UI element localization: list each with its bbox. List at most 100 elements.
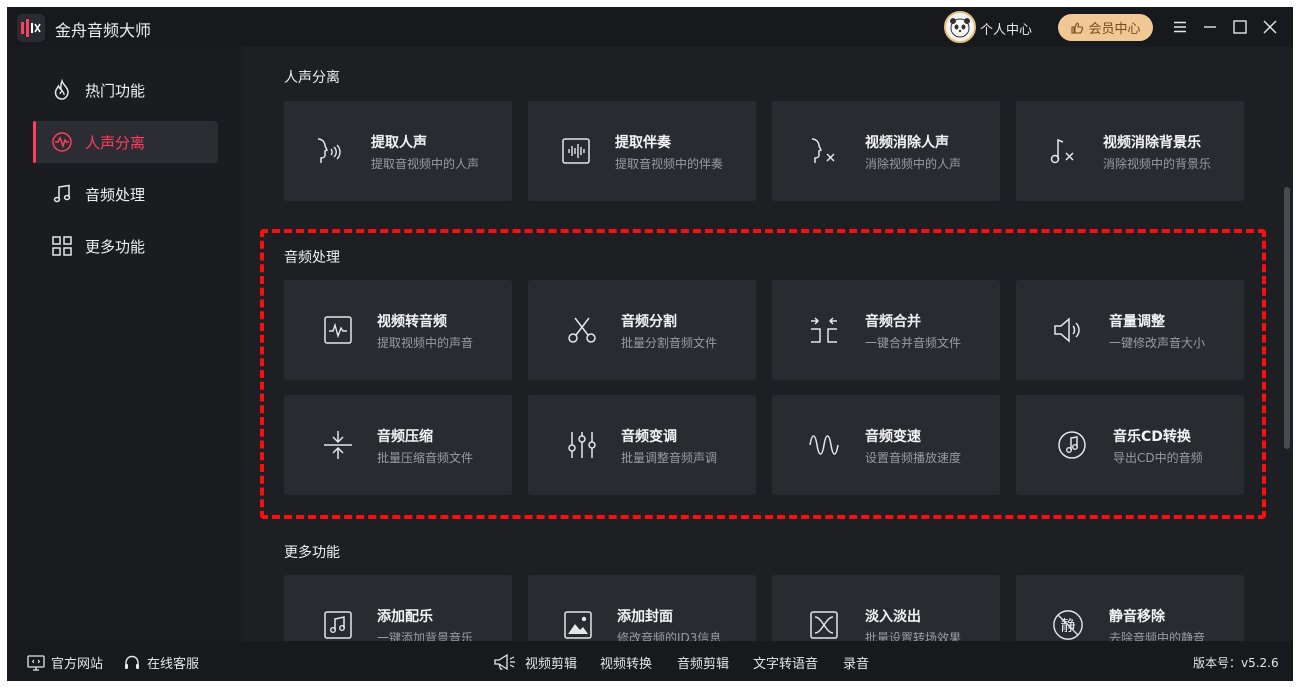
card-desc: 修改音频的ID3信息 xyxy=(617,631,722,641)
card-title: 提取伴奏 xyxy=(615,135,671,151)
sidebar-item-label: 音频处理 xyxy=(85,185,146,204)
add-music-icon xyxy=(322,609,354,641)
hamburger-icon xyxy=(1174,21,1186,33)
user-avatar[interactable] xyxy=(944,11,976,43)
card-title: 音量调整 xyxy=(1109,314,1165,330)
section-title-more: 更多功能 xyxy=(284,545,340,561)
sidebar-item-more[interactable]: 更多功能 xyxy=(33,225,218,267)
card-title: 视频消除人声 xyxy=(865,135,949,151)
online-service-label: 在线客服 xyxy=(147,657,200,672)
card-desc: 一键合并音频文件 xyxy=(865,336,962,350)
section-title-vocal: 人声分离 xyxy=(284,70,340,86)
minimize-button[interactable] xyxy=(1200,17,1220,37)
card-desc: 批量压缩音频文件 xyxy=(377,451,474,465)
scrollbar-thumb[interactable] xyxy=(1284,187,1290,449)
music-mute-icon xyxy=(1048,135,1080,167)
card-extract-vocal[interactable]: 提取人声 提取音视频中的人声 xyxy=(284,101,512,201)
card-fade[interactable]: 淡入淡出 批量设置转场效果 xyxy=(772,575,1000,641)
card-desc: 提取视频中的声音 xyxy=(377,336,474,350)
card-audio-merge[interactable]: 音频合并 一键合并音频文件 xyxy=(772,280,1000,380)
cover-image-icon xyxy=(562,609,594,641)
card-audio-speed[interactable]: 音频变速 设置音频播放速度 xyxy=(772,395,1000,495)
online-service-link[interactable]: 在线客服 xyxy=(123,653,199,672)
music-note-icon xyxy=(51,183,73,205)
card-desc: 一键修改声音大小 xyxy=(1109,336,1206,350)
card-desc: 去除音频中的静音 xyxy=(1109,631,1206,641)
card-title: 视频转音频 xyxy=(377,314,447,330)
card-video-remove-bgm[interactable]: 视频消除背景乐 消除视频中的背景乐 xyxy=(1016,101,1244,201)
menu-button[interactable] xyxy=(1170,17,1190,37)
card-desc: 一键添加背景音乐 xyxy=(377,631,474,641)
card-title: 静音移除 xyxy=(1109,609,1165,625)
footer-link-text-to-speech[interactable]: 文字转语音 xyxy=(753,653,818,672)
card-extract-accompaniment[interactable]: 提取伴奏 提取音视频中的伴奏 xyxy=(528,101,756,201)
sidebar-item-vocal-separation[interactable]: 人声分离 xyxy=(33,121,218,163)
maximize-icon xyxy=(1233,20,1247,34)
fire-icon xyxy=(51,79,73,101)
card-video-remove-vocal[interactable]: 视频消除人声 消除视频中的人声 xyxy=(772,101,1000,201)
card-desc: 提取音视频中的人声 xyxy=(371,157,480,171)
card-silence-remove[interactable]: 静 静音移除 去除音频中的静音 xyxy=(1016,575,1244,641)
cd-music-icon xyxy=(1056,429,1088,461)
megaphone-icon xyxy=(493,653,517,671)
app-window: 金舟音频大师 个人中心 会员中心 热门功能 人声分离 音频处理 更多功能 人声分… xyxy=(7,7,1293,681)
footer-link-record[interactable]: 录音 xyxy=(843,653,869,672)
sidebar-item-label: 人声分离 xyxy=(85,133,146,152)
sidebar-item-label: 更多功能 xyxy=(85,237,146,256)
card-desc: 设置音频播放速度 xyxy=(865,451,962,465)
waveform-box-icon xyxy=(560,135,592,167)
card-title: 音频变速 xyxy=(865,429,921,445)
sidebar: 热门功能 人声分离 音频处理 更多功能 xyxy=(7,47,243,641)
footer-link-video-convert[interactable]: 视频转换 xyxy=(600,653,652,672)
card-title: 音频分割 xyxy=(621,314,677,330)
user-center-link[interactable]: 个人中心 xyxy=(980,19,1032,38)
close-icon xyxy=(1263,20,1277,34)
face-mute-icon xyxy=(808,135,840,167)
card-audio-split[interactable]: 音频分割 批量分割音频文件 xyxy=(528,280,756,380)
card-video-to-audio[interactable]: 视频转音频 提取视频中的声音 xyxy=(284,280,512,380)
card-title: 淡入淡出 xyxy=(865,609,921,625)
card-title: 提取人声 xyxy=(371,135,427,151)
volume-icon xyxy=(1052,314,1084,346)
card-cd-convert[interactable]: 音乐CD转换 导出CD中的音频 xyxy=(1016,395,1244,495)
card-title: 音频压缩 xyxy=(377,429,433,445)
wave-speed-icon xyxy=(808,429,840,461)
silence-glyph: 静 xyxy=(1060,617,1075,635)
official-site-link[interactable]: 官方网站 xyxy=(27,653,103,672)
version-label: 版本号：v5.2.6 xyxy=(1193,656,1279,670)
monitor-icon xyxy=(27,654,45,671)
card-desc: 导出CD中的音频 xyxy=(1113,451,1203,465)
sidebar-item-hot[interactable]: 热门功能 xyxy=(33,69,218,111)
card-title: 音频变调 xyxy=(621,429,677,445)
thumbs-up-icon xyxy=(1071,21,1084,34)
footer-link-audio-edit[interactable]: 音频剪辑 xyxy=(677,653,729,672)
footer-bar: 官方网站 在线客服 视频剪辑 视频转换 音频剪辑 文字转语音 录音 版本号：v5… xyxy=(7,641,1293,681)
maximize-button[interactable] xyxy=(1230,17,1250,37)
headset-icon xyxy=(125,655,139,669)
official-site-label: 官方网站 xyxy=(51,657,104,672)
sliders-icon xyxy=(566,429,598,461)
card-volume-adjust[interactable]: 音量调整 一键修改声音大小 xyxy=(1016,280,1244,380)
card-desc: 批量设置转场效果 xyxy=(865,631,962,641)
scissors-icon xyxy=(566,314,598,346)
card-audio-pitch[interactable]: 音频变调 批量调整音频声调 xyxy=(528,395,756,495)
waveform-circle-icon xyxy=(51,131,73,153)
card-desc: 提取音视频中的伴奏 xyxy=(615,157,724,171)
merge-icon xyxy=(808,314,840,346)
video-to-audio-icon xyxy=(322,314,354,346)
card-audio-compress[interactable]: 音频压缩 批量压缩音频文件 xyxy=(284,395,512,495)
close-button[interactable] xyxy=(1260,17,1280,37)
card-desc: 批量调整音频声调 xyxy=(621,451,718,465)
face-voice-icon xyxy=(312,135,344,167)
title-bar: 金舟音频大师 个人中心 会员中心 xyxy=(7,7,1293,47)
compress-icon xyxy=(322,429,354,461)
panda-avatar-icon xyxy=(950,18,970,38)
card-add-cover[interactable]: 添加封面 修改音频的ID3信息 xyxy=(528,575,756,641)
vip-center-button[interactable]: 会员中心 xyxy=(1058,14,1153,41)
vip-center-label: 会员中心 xyxy=(1088,22,1141,37)
card-add-music[interactable]: 添加配乐 一键添加背景音乐 xyxy=(284,575,512,641)
sidebar-item-audio-processing[interactable]: 音频处理 xyxy=(33,173,218,215)
card-title: 视频消除背景乐 xyxy=(1103,135,1201,151)
card-desc: 批量分割音频文件 xyxy=(621,336,718,350)
footer-link-video-edit[interactable]: 视频剪辑 xyxy=(525,653,577,672)
